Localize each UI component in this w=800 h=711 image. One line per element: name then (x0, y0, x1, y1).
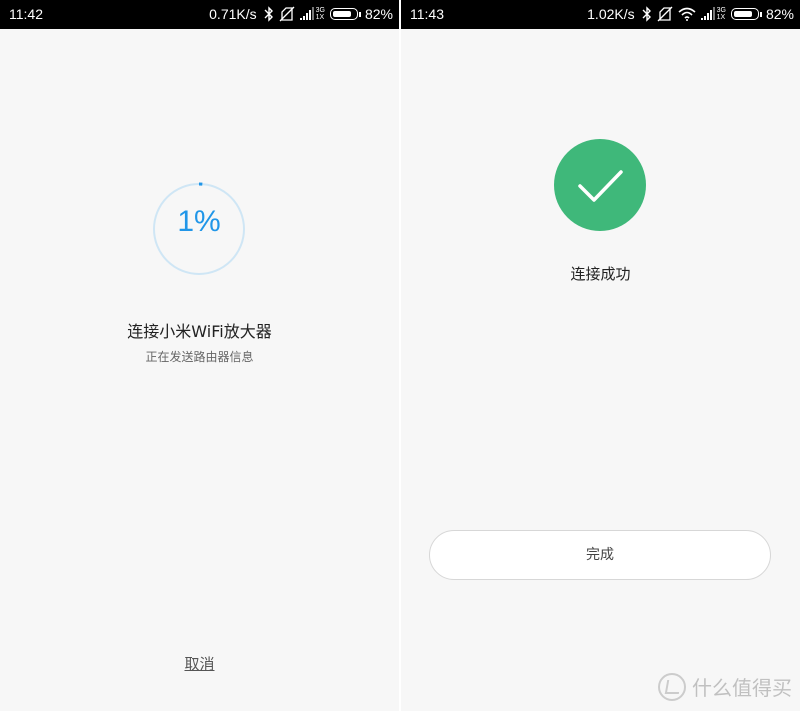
battery-indicator: 82% (329, 6, 393, 22)
success-badge (554, 139, 646, 231)
battery-icon (730, 8, 759, 20)
battery-percent: 82% (364, 6, 393, 22)
bluetooth-icon (264, 6, 274, 22)
signal-icon: 3G 1X (299, 7, 325, 21)
signal-type-bottom: 1X (315, 14, 325, 21)
battery-percent: 82% (765, 6, 794, 22)
watermark: 什么值得买 (658, 672, 792, 701)
signal-type-top: 3G (315, 7, 325, 14)
checkmark-icon (554, 139, 646, 231)
no-sim-icon (657, 6, 673, 22)
cancel-button[interactable]: 取消 (0, 653, 399, 674)
no-sim-icon (279, 6, 295, 22)
connecting-title: 连接小米WiFi放大器 (127, 322, 272, 341)
watermark-logo-icon (658, 672, 686, 701)
status-bar: 11:43 1.02K/s 3G 1X 82% (401, 0, 800, 29)
signal-type-top: 3G (716, 7, 726, 14)
network-speed: 1.02K/s (587, 6, 635, 22)
battery-fill (733, 11, 752, 17)
battery-indicator: 82% (730, 6, 794, 22)
signal-icon: 3G 1X (700, 7, 726, 21)
progress-percent: 1% (177, 205, 221, 238)
watermark-text: 什么值得买 (692, 676, 792, 700)
status-time: 11:42 (9, 6, 43, 22)
connecting-screen: 11:42 0.71K/s 3G 1X 82% 1% 连接小米WiFi放大器 正… (0, 0, 399, 711)
status-time: 11:43 (410, 6, 444, 22)
connecting-subtitle: 正在发送路由器信息 (145, 350, 254, 364)
status-bar: 11:42 0.71K/s 3G 1X 82% (0, 0, 399, 29)
success-title: 连接成功 (570, 265, 631, 283)
battery-icon (329, 8, 358, 20)
battery-fill (332, 11, 351, 17)
done-button[interactable]: 完成 (429, 530, 771, 580)
network-speed: 0.71K/s (209, 6, 257, 22)
success-screen: 11:43 1.02K/s 3G 1X 82% 连接成功 完成 什么值得买 (401, 0, 800, 711)
bluetooth-icon (642, 6, 652, 22)
signal-type-bottom: 1X (716, 14, 726, 21)
wifi-icon (678, 7, 696, 21)
